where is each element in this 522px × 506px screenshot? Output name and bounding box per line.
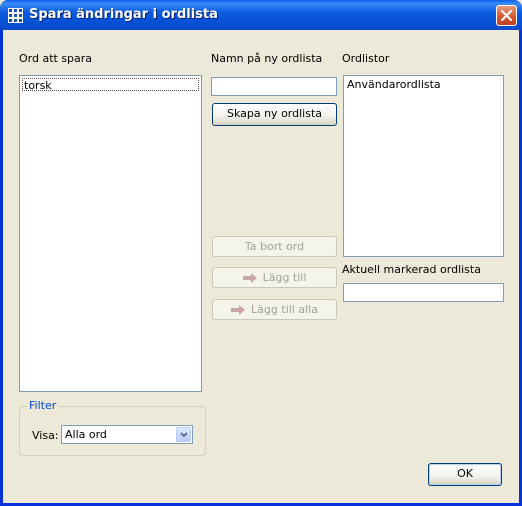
show-filter-select[interactable]: Alla ord [61,425,193,444]
close-icon [501,10,512,21]
window-title: Spara ändringar i ordlista [29,7,218,22]
words-to-save-list[interactable]: torsk [19,75,202,392]
dialog-window: Spara ändringar i ordlista Ord att spara… [0,0,522,506]
list-item[interactable]: Användarordlista [347,78,441,91]
filter-legend: Filter [27,399,59,412]
add-all-button-label: Lägg till alla [251,303,318,316]
list-item-focus[interactable]: torsk [22,78,199,92]
ok-button[interactable]: OK [428,463,502,486]
chevron-down-icon [180,432,188,438]
close-button[interactable] [496,5,517,26]
list-item: torsk [24,79,52,92]
new-list-name-label: Namn på ny ordlista [211,52,323,65]
add-button-label: Lägg till [262,271,307,284]
create-new-list-button[interactable]: Skapa ny ordlista [212,103,337,126]
words-to-save-label: Ord att spara [19,52,93,65]
grid-app-icon [8,8,23,23]
dropdown-button[interactable] [176,427,191,442]
word-lists-label: Ordlistor [342,52,390,65]
remove-word-button[interactable]: Ta bort ord [212,236,337,257]
title-bar[interactable]: Spara ändringar i ordlista [0,0,522,30]
word-lists-list[interactable]: Användarordlista [343,75,504,257]
arrow-right-icon [231,305,246,315]
current-list-input[interactable] [343,283,504,302]
filter-group: Filter Visa: Alla ord [19,399,206,456]
new-list-name-input[interactable] [211,77,337,96]
add-button[interactable]: Lägg till [212,267,337,288]
arrow-right-icon [242,273,257,283]
current-list-label: Aktuell markerad ordlista [342,263,481,276]
show-label: Visa: [32,429,59,442]
add-all-button[interactable]: Lägg till alla [212,299,337,320]
show-filter-value: Alla ord [65,428,107,441]
